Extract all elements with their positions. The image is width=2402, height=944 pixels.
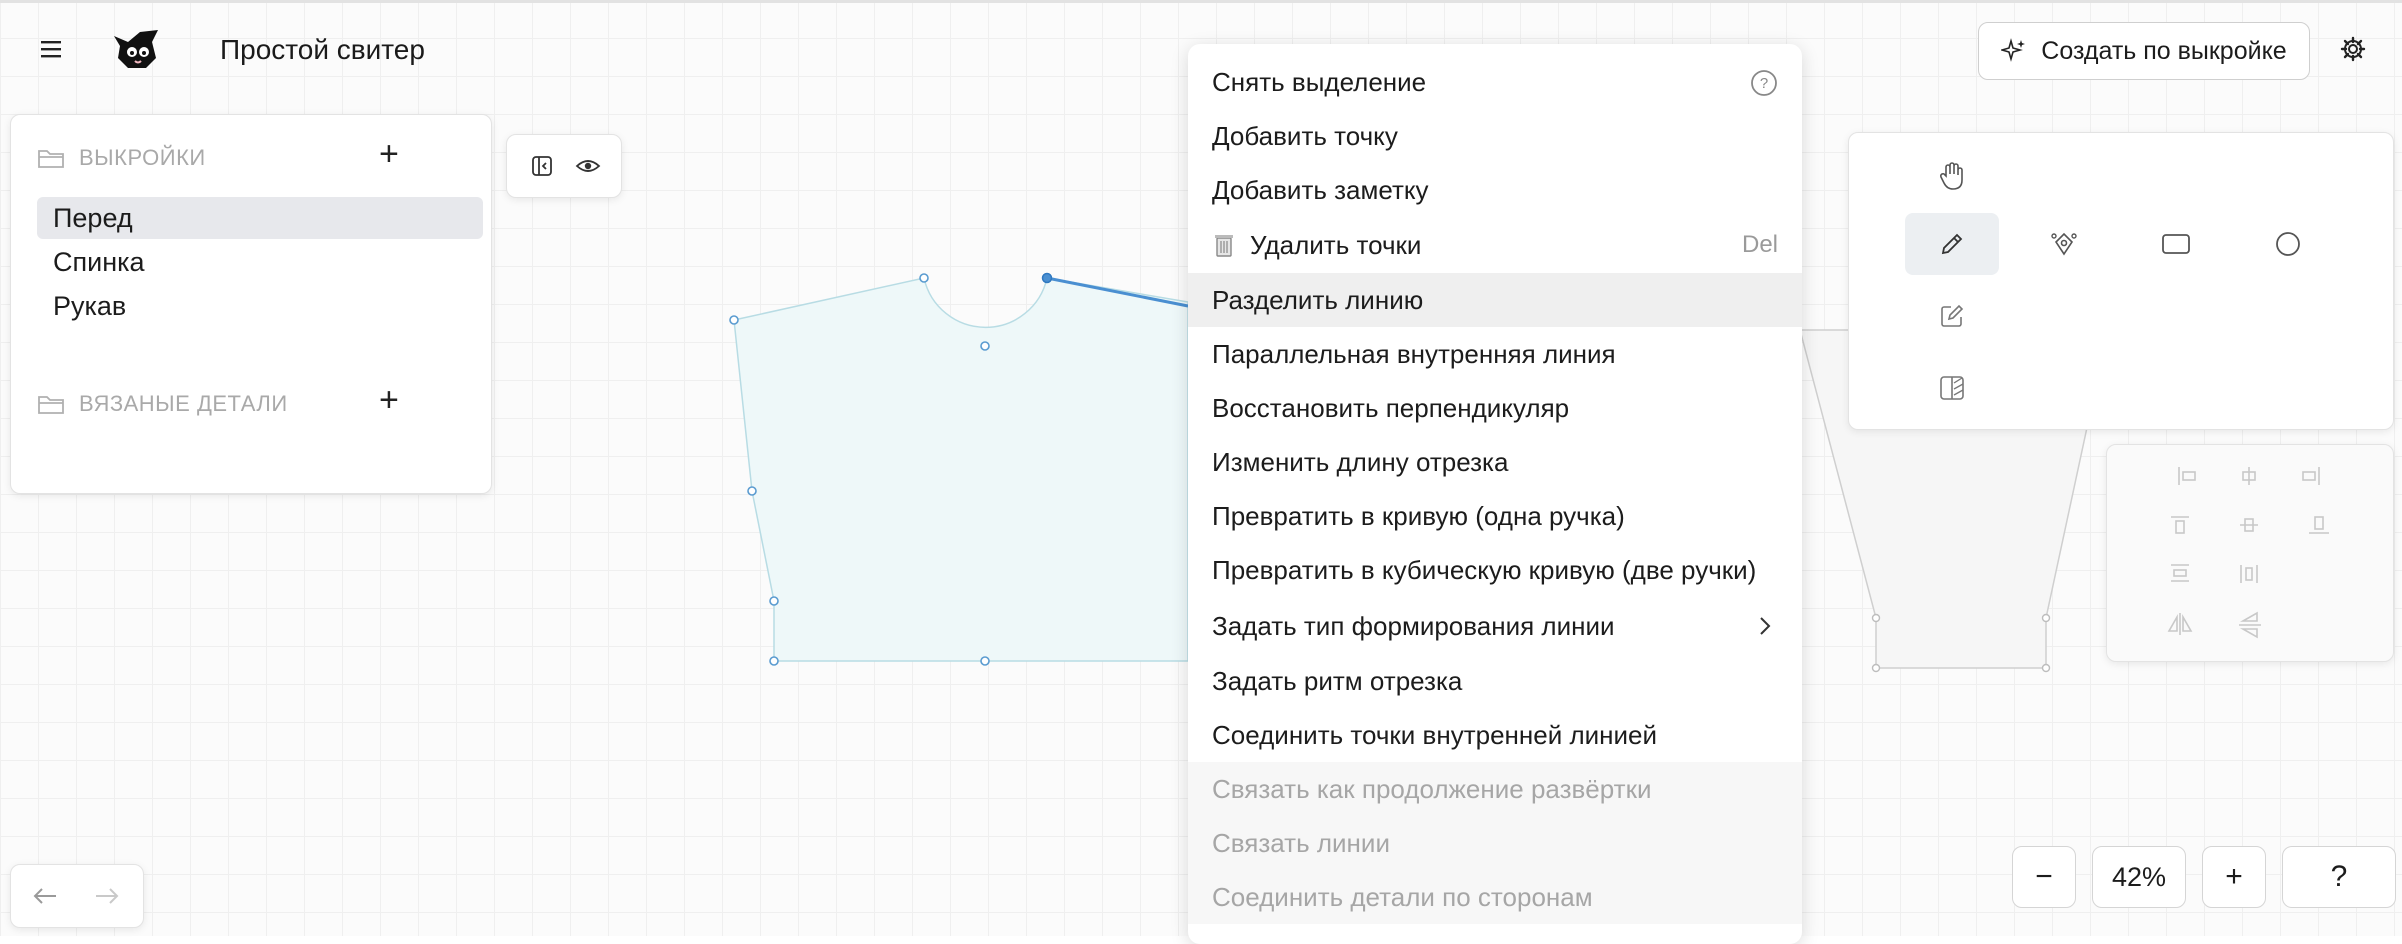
zoom-in-button[interactable]: + xyxy=(2202,846,2266,908)
hamburger-menu-icon[interactable] xyxy=(34,32,68,66)
pencil-icon xyxy=(1939,231,1965,257)
svg-text:?: ? xyxy=(1760,75,1768,92)
chevron-right-icon xyxy=(1758,615,1772,637)
redo-arrow-icon[interactable] xyxy=(89,879,125,913)
circle-icon xyxy=(2274,230,2302,258)
knit-details-section-title: ВЯЗАНЫЕ ДЕТАЛИ xyxy=(79,391,288,416)
pen-node-tool[interactable] xyxy=(2017,213,2111,275)
point xyxy=(2041,663,2051,673)
menu-item-line-formation-type[interactable]: Задать тип формирования линии xyxy=(1188,599,1802,653)
align-center-v-icon xyxy=(2240,518,2258,532)
menu-item-join-details: Соединить детали по сторонам xyxy=(1188,870,1802,924)
context-menu: Снять выделение ? Добавить точку Добавит… xyxy=(1188,44,1802,944)
edit-icon xyxy=(1938,302,1966,330)
add-knit-detail-button[interactable]: + xyxy=(379,383,399,417)
menu-item-restore-perpendicular[interactable]: Восстановить перпендикуляр xyxy=(1188,381,1802,435)
menu-item-add-note[interactable]: Добавить заметку xyxy=(1188,163,1802,217)
point xyxy=(1871,613,1881,623)
eye-icon[interactable] xyxy=(571,149,605,183)
create-by-pattern-button[interactable]: Создать по выкройке xyxy=(1978,22,2310,80)
pencil-tool[interactable] xyxy=(1905,213,1999,275)
trash-icon xyxy=(1212,232,1236,258)
flip-vertical-icon xyxy=(2239,611,2261,639)
menu-item-change-segment-length[interactable]: Изменить длину отрезка xyxy=(1188,435,1802,489)
collapse-sidebar-icon[interactable] xyxy=(525,149,559,183)
point xyxy=(2041,613,2051,623)
tools-panel xyxy=(1848,132,2394,430)
point xyxy=(980,656,990,666)
point xyxy=(747,486,757,496)
menu-item-link-lines: Связать линии xyxy=(1188,816,1802,870)
menu-item-link-continuation: Связать как продолжение развёртки xyxy=(1188,762,1802,816)
add-pattern-button[interactable]: + xyxy=(379,137,399,171)
menu-item-to-cubic-curve[interactable]: Превратить в кубическую кривую (две ручк… xyxy=(1188,543,1802,597)
alignment-icons[interactable] xyxy=(2107,445,2393,661)
delete-shortcut: Del xyxy=(1741,231,1778,258)
align-center-h-icon xyxy=(2242,467,2256,485)
folder-icon xyxy=(37,393,65,415)
point xyxy=(1871,663,1881,673)
undo-arrow-icon[interactable] xyxy=(27,879,63,913)
edit-tool[interactable] xyxy=(1905,285,1999,347)
align-bottom-icon xyxy=(2309,516,2329,534)
menu-item-parallel-inner-line[interactable]: Параллельная внутренняя линия xyxy=(1188,327,1802,381)
point xyxy=(919,273,929,283)
pen-node-icon xyxy=(2050,230,2078,258)
point xyxy=(980,341,990,351)
pattern-item-sleeve[interactable]: Рукав xyxy=(37,285,483,327)
rectangle-tool[interactable] xyxy=(2129,213,2223,275)
hand-tool[interactable] xyxy=(1905,145,1999,207)
distribute-v-icon xyxy=(2171,564,2189,582)
patterns-sidebar: ВЫКРОЙКИ + Перед Спинка Рукав ВЯЗАНЫЕ ДЕ… xyxy=(10,114,492,494)
zoom-out-button[interactable]: − xyxy=(2012,846,2076,908)
zoom-level[interactable]: 42% xyxy=(2092,846,2186,908)
history-panel xyxy=(10,864,144,928)
point xyxy=(769,596,779,606)
fill-pattern-tool[interactable] xyxy=(1905,357,1999,419)
pattern-item-front[interactable]: Перед xyxy=(37,197,483,239)
menu-item-segment-rhythm[interactable]: Задать ритм отрезка xyxy=(1188,654,1802,708)
menu-item-connect-inner-line[interactable]: Соединить точки внутренней линией xyxy=(1188,708,1802,762)
view-toggle-panel xyxy=(506,134,622,198)
menu-item-delete-points[interactable]: Удалить точки Del xyxy=(1188,218,1802,272)
menu-item-add-point[interactable]: Добавить точку xyxy=(1188,109,1802,163)
fill-pattern-icon xyxy=(1938,374,1966,402)
point xyxy=(729,315,739,325)
patterns-section-header: ВЫКРОЙКИ xyxy=(37,145,206,171)
knit-details-section-header: ВЯЗАНЫЕ ДЕТАЛИ xyxy=(37,391,288,417)
selected-point xyxy=(1041,272,1053,284)
menu-item-to-curve-one-handle[interactable]: Превратить в кривую (одна ручка) xyxy=(1188,489,1802,543)
patterns-section-title: ВЫКРОЙКИ xyxy=(79,145,206,170)
help-button[interactable]: ? xyxy=(2282,846,2396,908)
hand-icon xyxy=(1938,161,1966,191)
sparkle-icon xyxy=(2001,38,2027,64)
point xyxy=(769,656,779,666)
gear-icon[interactable] xyxy=(2336,32,2370,66)
align-left-icon xyxy=(2178,467,2196,485)
cat-logo-icon[interactable] xyxy=(108,26,164,72)
distribute-h-icon xyxy=(2240,565,2258,583)
menu-item-split-line[interactable]: Разделить линию xyxy=(1188,273,1802,327)
help-icon[interactable]: ? xyxy=(1750,69,1778,97)
menu-item-deselect[interactable]: Снять выделение ? xyxy=(1188,55,1802,109)
create-button-label: Создать по выкройке xyxy=(2041,36,2287,65)
front-piece-shape xyxy=(733,277,1189,662)
flip-horizontal-icon xyxy=(2167,613,2193,635)
align-top-icon xyxy=(2171,516,2189,534)
rectangle-icon xyxy=(2161,233,2191,255)
folder-icon xyxy=(37,147,65,169)
menu-item-label: Удалить точки xyxy=(1250,229,1422,260)
alignment-panel xyxy=(2106,444,2394,662)
align-right-icon xyxy=(2302,467,2320,485)
circle-tool[interactable] xyxy=(2241,213,2335,275)
menu-item-label: Снять выделение xyxy=(1212,66,1427,97)
document-title: Простой свитер xyxy=(220,34,425,65)
menu-item-label: Задать тип формирования линии xyxy=(1212,610,1615,641)
pattern-item-back[interactable]: Спинка xyxy=(37,241,483,283)
